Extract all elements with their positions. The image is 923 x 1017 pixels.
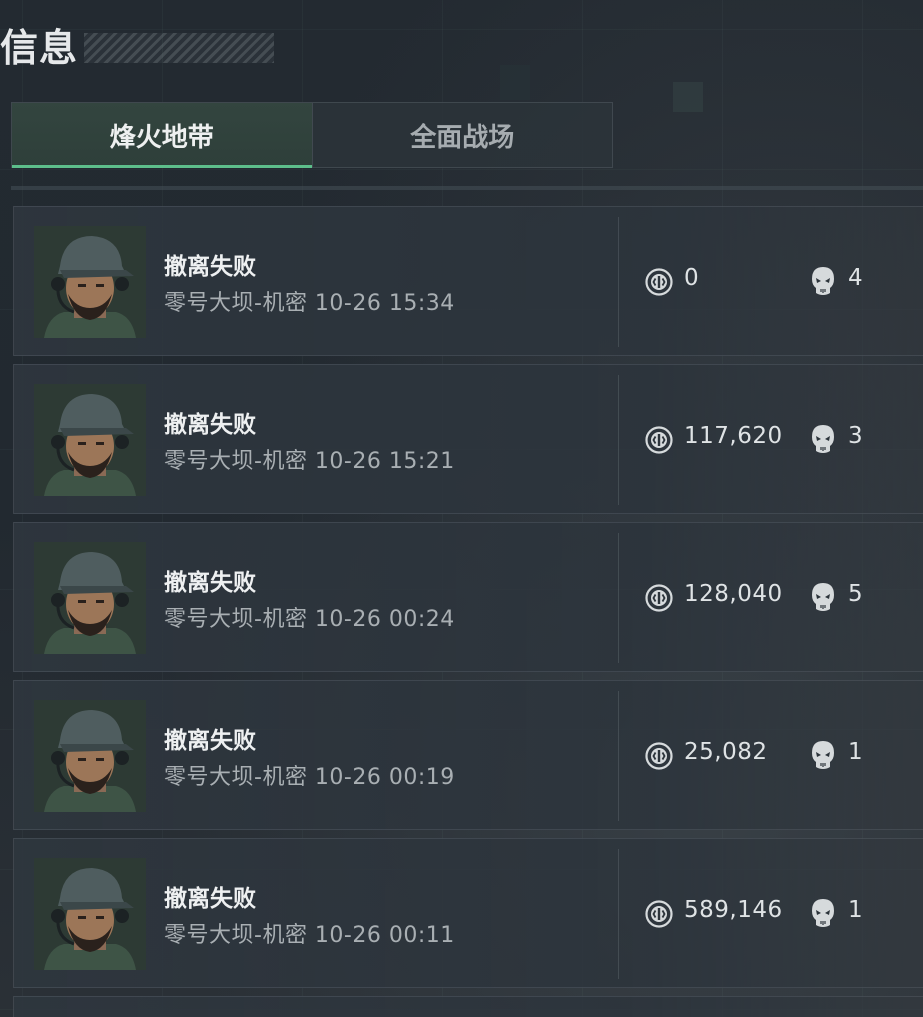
coin-value: 589,146: [684, 897, 783, 923]
match-record-row[interactable]: 撤离失败 零号大坝-机密 10-26 15:34 0 4: [13, 206, 923, 356]
list-top-divider: [11, 186, 923, 190]
operator-avatar: [34, 700, 146, 812]
operator-portrait-icon: [34, 226, 146, 338]
record-status: 撤离失败: [164, 570, 256, 596]
background-decoration: [500, 65, 530, 100]
coin-icon: [645, 584, 673, 612]
match-history-panel: 信息 烽火地带 全面战场 撤离失败 零号大坝-机密 10-26 15:34 0 …: [0, 0, 923, 1017]
row-divider: [618, 849, 619, 979]
kill-count: 1: [848, 897, 863, 923]
kill-count: 5: [848, 581, 863, 607]
tab-full-battlefield[interactable]: 全面战场: [311, 103, 613, 167]
match-record-row[interactable]: 撤离失败 零号大坝-机密 10-26 00:19 25,082 1: [13, 680, 923, 830]
row-divider: [618, 533, 619, 663]
tab-havoc-zone[interactable]: 烽火地带: [12, 103, 312, 168]
record-status: 撤离失败: [164, 728, 256, 754]
mode-tabs: 烽火地带 全面战场: [11, 102, 613, 168]
operator-portrait-icon: [34, 700, 146, 812]
kill-count: 3: [848, 423, 863, 449]
skull-icon: [812, 267, 834, 295]
record-map-time: 零号大坝-机密 10-26 00:19: [164, 765, 455, 790]
coin-icon: [645, 742, 673, 770]
skull-icon: [812, 425, 834, 453]
page-title-text: 信息: [0, 26, 79, 70]
match-record-row[interactable]: 撤离失败 零号大坝-机密 10-26 00:24 128,040 5: [13, 522, 923, 672]
coin-value: 25,082: [684, 739, 768, 765]
record-map-time: 零号大坝-机密 10-26 00:24: [164, 607, 455, 632]
record-map-time: 零号大坝-机密 10-26 00:11: [164, 923, 455, 948]
title-stripes-decoration: [84, 33, 275, 63]
record-map-time: 零号大坝-机密 10-26 15:21: [164, 449, 455, 474]
coin-value: 0: [684, 265, 700, 291]
match-record-row-partial[interactable]: [13, 996, 923, 1017]
operator-avatar: [34, 542, 146, 654]
operator-avatar: [34, 226, 146, 338]
match-record-row[interactable]: 撤离失败 零号大坝-机密 10-26 00:11 589,146 1: [13, 838, 923, 988]
match-record-row[interactable]: 撤离失败 零号大坝-机密 10-26 15:21 117,620 3: [13, 364, 923, 514]
coin-value: 117,620: [684, 423, 783, 449]
page-title: 信息: [0, 24, 275, 72]
coin-icon: [645, 900, 673, 928]
coin-icon: [645, 426, 673, 454]
skull-icon: [812, 741, 834, 769]
operator-portrait-icon: [34, 858, 146, 970]
operator-avatar: [34, 384, 146, 496]
record-status: 撤离失败: [164, 886, 256, 912]
operator-portrait-icon: [34, 384, 146, 496]
row-divider: [618, 375, 619, 505]
kill-count: 1: [848, 739, 863, 765]
skull-icon: [812, 583, 834, 611]
record-status: 撤离失败: [164, 412, 256, 438]
record-map-time: 零号大坝-机密 10-26 15:34: [164, 291, 455, 316]
record-status: 撤离失败: [164, 254, 256, 280]
background-decoration: [673, 82, 703, 112]
operator-avatar: [34, 858, 146, 970]
operator-portrait-icon: [34, 542, 146, 654]
row-divider: [618, 691, 619, 821]
row-divider: [618, 217, 619, 347]
coin-value: 128,040: [684, 581, 783, 607]
match-record-list[interactable]: 撤离失败 零号大坝-机密 10-26 15:34 0 4 撤离失败 零号大坝-机…: [13, 206, 923, 1017]
coin-icon: [645, 268, 673, 296]
skull-icon: [812, 899, 834, 927]
kill-count: 4: [848, 265, 863, 291]
